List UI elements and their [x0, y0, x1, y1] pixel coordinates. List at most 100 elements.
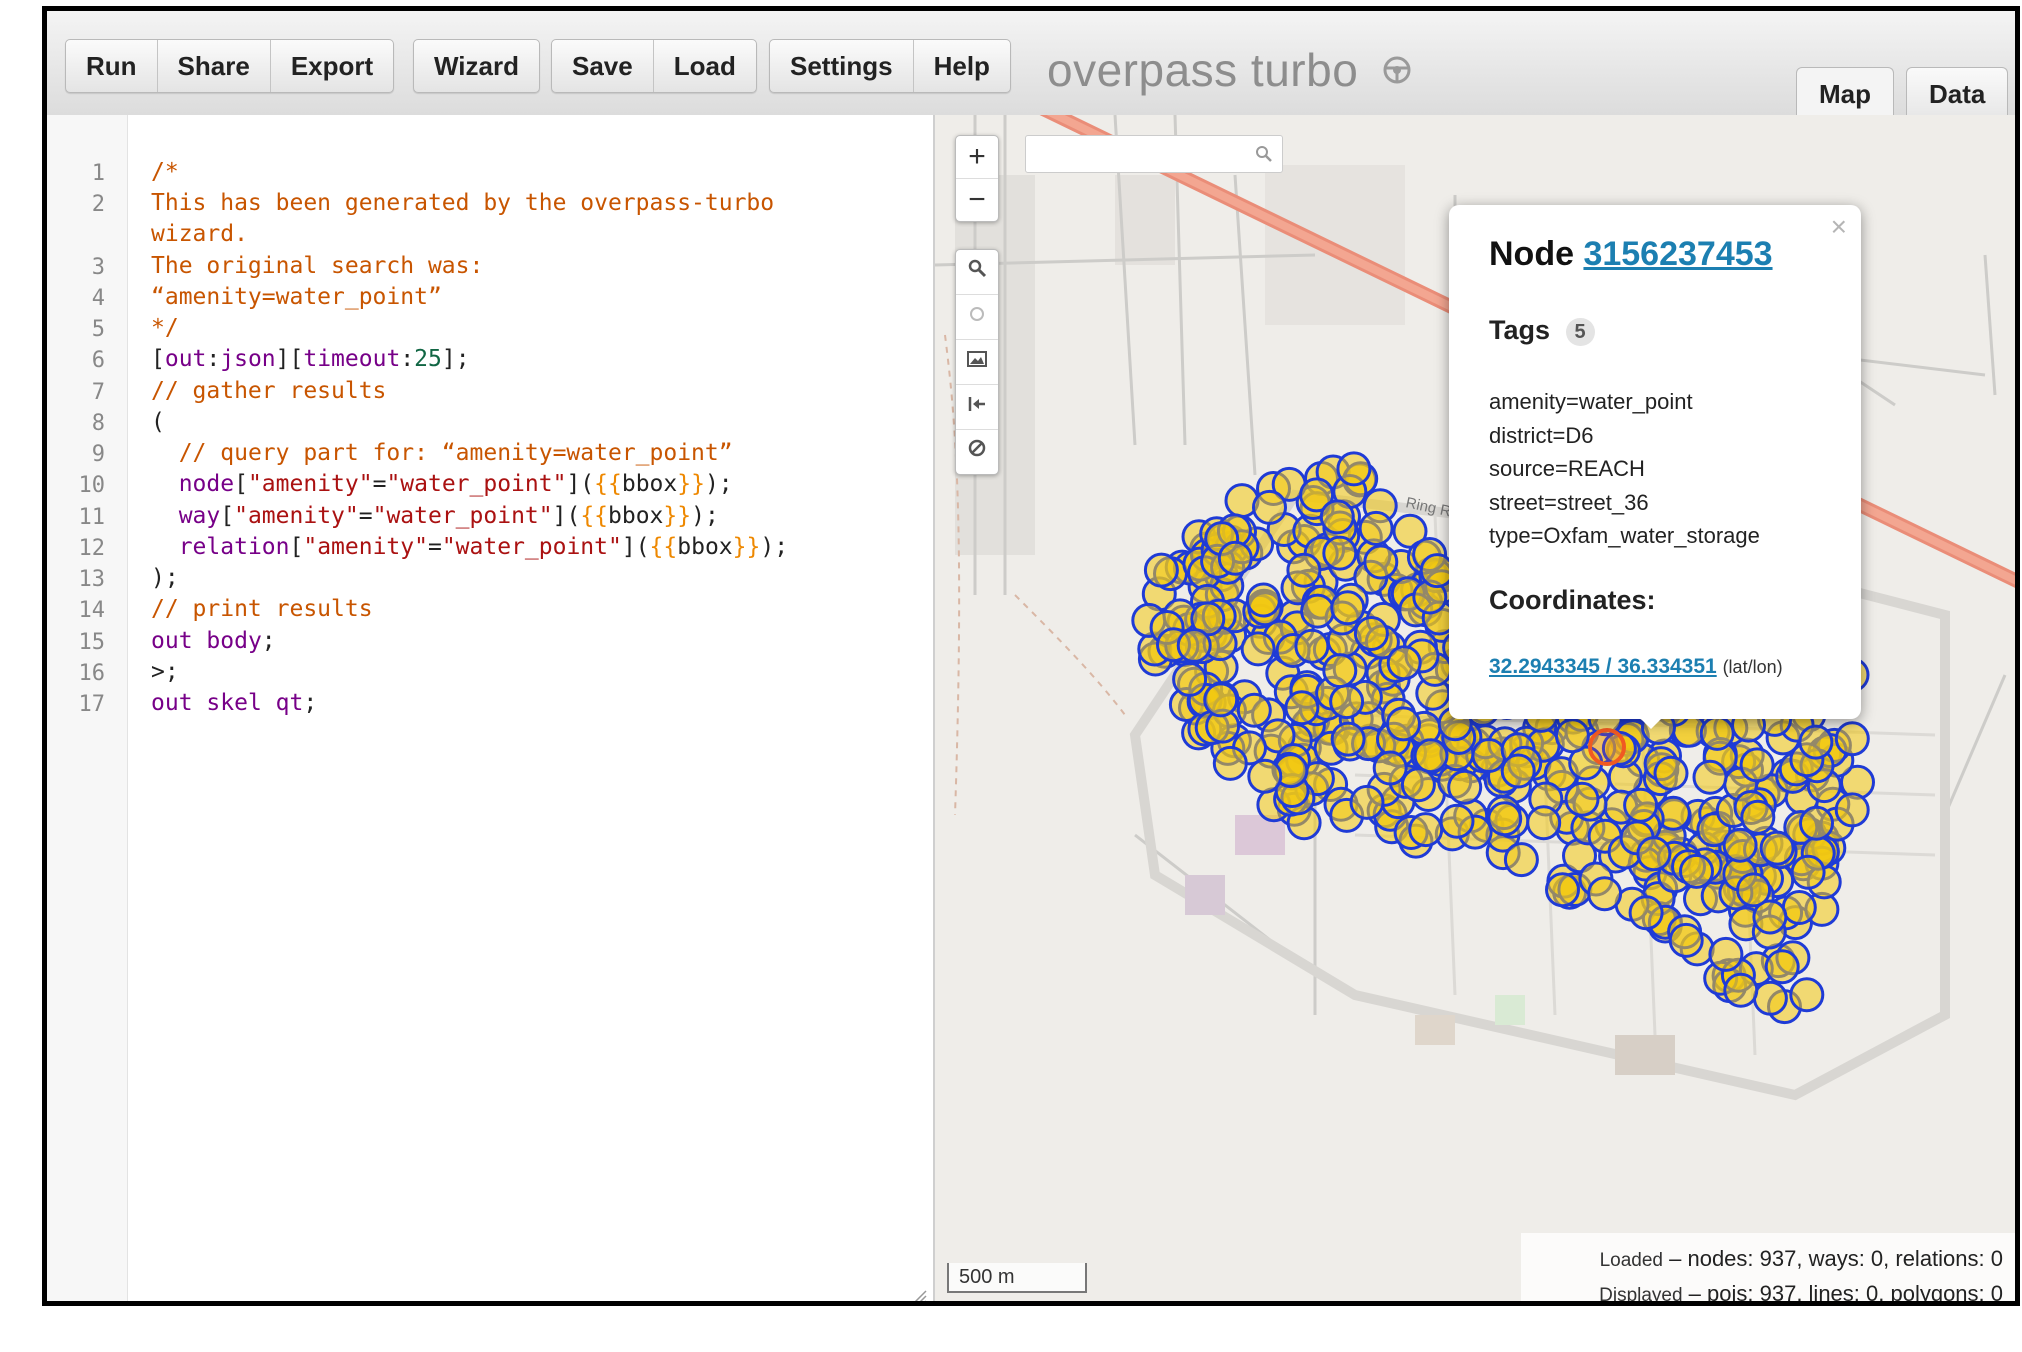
water-point-marker[interactable]	[1240, 631, 1276, 667]
water-point-marker[interactable]	[1329, 684, 1365, 720]
water-point-marker[interactable]	[1439, 803, 1475, 839]
water-point-marker[interactable]	[1653, 755, 1689, 791]
water-point-marker[interactable]	[1500, 753, 1536, 789]
water-point-marker[interactable]	[1781, 890, 1817, 925]
water-point-marker[interactable]	[1628, 895, 1664, 931]
map-search-input[interactable]	[1025, 135, 1283, 173]
water-point-marker[interactable]	[1759, 830, 1795, 866]
water-point-marker[interactable]	[1322, 535, 1358, 571]
node-id-link[interactable]: 3156237453	[1583, 235, 1772, 273]
water-point-marker[interactable]	[1336, 451, 1372, 487]
water-point-marker[interactable]	[1330, 721, 1366, 757]
locate-button[interactable]	[956, 295, 998, 340]
water-point-marker[interactable]	[1545, 872, 1580, 908]
water-point-marker[interactable]	[1699, 715, 1735, 751]
water-point-marker[interactable]	[1736, 872, 1772, 908]
water-point-marker[interactable]	[1143, 552, 1179, 588]
zoom-in-button[interactable]: +	[956, 136, 998, 179]
water-point-marker[interactable]	[1217, 540, 1253, 576]
water-point-marker[interactable]	[1587, 876, 1623, 912]
clear-data-button[interactable]	[956, 430, 998, 474]
water-point-marker[interactable]	[1353, 616, 1389, 651]
run-button[interactable]: Run	[66, 40, 158, 92]
search-location-button[interactable]	[956, 250, 998, 295]
water-point-marker[interactable]	[1400, 767, 1436, 803]
close-icon[interactable]: ×	[1831, 211, 1847, 243]
map-view[interactable]: Ring Road + − × Node 3156237453 Tags 5 a…	[935, 115, 2015, 1301]
wizard-button[interactable]: Wizard	[414, 40, 539, 92]
water-point-marker[interactable]	[1447, 769, 1483, 805]
share-button[interactable]: Share	[158, 40, 271, 92]
water-point-marker[interactable]	[1554, 718, 1590, 754]
water-point-marker[interactable]	[1330, 590, 1366, 626]
water-point-marker[interactable]	[1358, 510, 1394, 546]
water-point-marker[interactable]	[1349, 784, 1385, 820]
water-point-marker[interactable]	[1408, 812, 1444, 848]
water-point-marker[interactable]	[1319, 499, 1355, 535]
water-point-marker[interactable]	[1363, 544, 1399, 580]
water-point-marker[interactable]	[1752, 980, 1788, 1016]
toolbar-group-wizard: Wizard	[413, 39, 540, 93]
water-point-marker[interactable]	[1790, 854, 1826, 890]
help-button[interactable]: Help	[914, 40, 1010, 92]
tags-label: Tags	[1489, 315, 1551, 345]
water-point-marker[interactable]	[1247, 758, 1283, 794]
zoom-to-data-button[interactable]	[956, 385, 998, 430]
query-editor[interactable]: 1 2 3 4 5 6 7 8 9 10 11 12 13 14 15 16 1…	[47, 115, 935, 1305]
water-point-marker[interactable]	[1623, 787, 1659, 823]
water-point-marker[interactable]	[1413, 738, 1449, 774]
coordinates-unit: (lat/lon)	[1722, 657, 1783, 677]
data-overlay-button[interactable]	[956, 340, 998, 385]
water-point-marker[interactable]	[1834, 792, 1870, 828]
zoom-out-button[interactable]: −	[956, 179, 998, 221]
load-button[interactable]: Load	[654, 40, 756, 92]
water-point-marker[interactable]	[1252, 489, 1287, 525]
tab-map[interactable]: Map	[1796, 67, 1894, 120]
water-point-marker[interactable]	[1176, 628, 1212, 663]
water-point-marker[interactable]	[1679, 853, 1714, 889]
line-number: 9	[91, 442, 105, 467]
coordinates-link[interactable]: 32.2943345 / 36.334351	[1489, 655, 1717, 678]
water-point-marker[interactable]	[1284, 690, 1320, 726]
align-left-arrow-icon	[968, 397, 985, 411]
water-point-marker[interactable]	[1708, 936, 1744, 972]
water-point-marker[interactable]	[1764, 949, 1800, 985]
water-point-marker[interactable]	[1203, 682, 1239, 718]
water-point-marker[interactable]	[1834, 721, 1870, 757]
water-point-marker[interactable]	[1503, 842, 1539, 878]
tab-data[interactable]: Data	[1906, 67, 2009, 120]
search-icon	[1256, 146, 1272, 162]
selected-marker[interactable]	[1588, 728, 1626, 766]
popup-pointer	[1635, 713, 1667, 729]
water-point-marker[interactable]	[1636, 836, 1672, 872]
water-point-marker[interactable]	[1386, 645, 1422, 681]
water-point-marker[interactable]	[1722, 827, 1758, 863]
water-point-marker[interactable]	[1286, 552, 1322, 588]
water-point-marker[interactable]	[1212, 745, 1248, 781]
water-point-marker[interactable]	[1692, 759, 1728, 795]
water-point-marker[interactable]	[1739, 747, 1775, 783]
water-point-marker[interactable]	[1471, 738, 1507, 773]
water-point-marker[interactable]	[1798, 724, 1834, 760]
resize-grip-icon[interactable]	[911, 1289, 927, 1305]
water-point-marker[interactable]	[1386, 706, 1421, 742]
water-point-marker[interactable]	[1668, 922, 1704, 958]
export-button[interactable]: Export	[271, 40, 393, 92]
water-point-marker[interactable]	[1487, 801, 1523, 837]
water-point-marker[interactable]	[1789, 977, 1825, 1013]
water-point-marker[interactable]	[1372, 750, 1408, 786]
water-point-marker[interactable]	[1740, 799, 1776, 835]
no-entry-icon	[968, 439, 986, 457]
water-point-marker[interactable]	[1799, 805, 1834, 841]
water-point-marker[interactable]	[1526, 805, 1562, 841]
save-button[interactable]: Save	[552, 40, 654, 92]
water-point-marker[interactable]	[1172, 661, 1208, 697]
water-point-marker[interactable]	[1294, 628, 1330, 664]
settings-button[interactable]: Settings	[770, 40, 914, 92]
water-point-marker[interactable]	[1300, 593, 1336, 629]
water-point-marker[interactable]	[1564, 781, 1600, 817]
water-point-marker[interactable]	[1245, 582, 1281, 618]
water-point-marker[interactable]	[1723, 972, 1759, 1008]
water-point-marker[interactable]	[1236, 692, 1272, 728]
water-point-marker[interactable]	[1322, 653, 1358, 689]
